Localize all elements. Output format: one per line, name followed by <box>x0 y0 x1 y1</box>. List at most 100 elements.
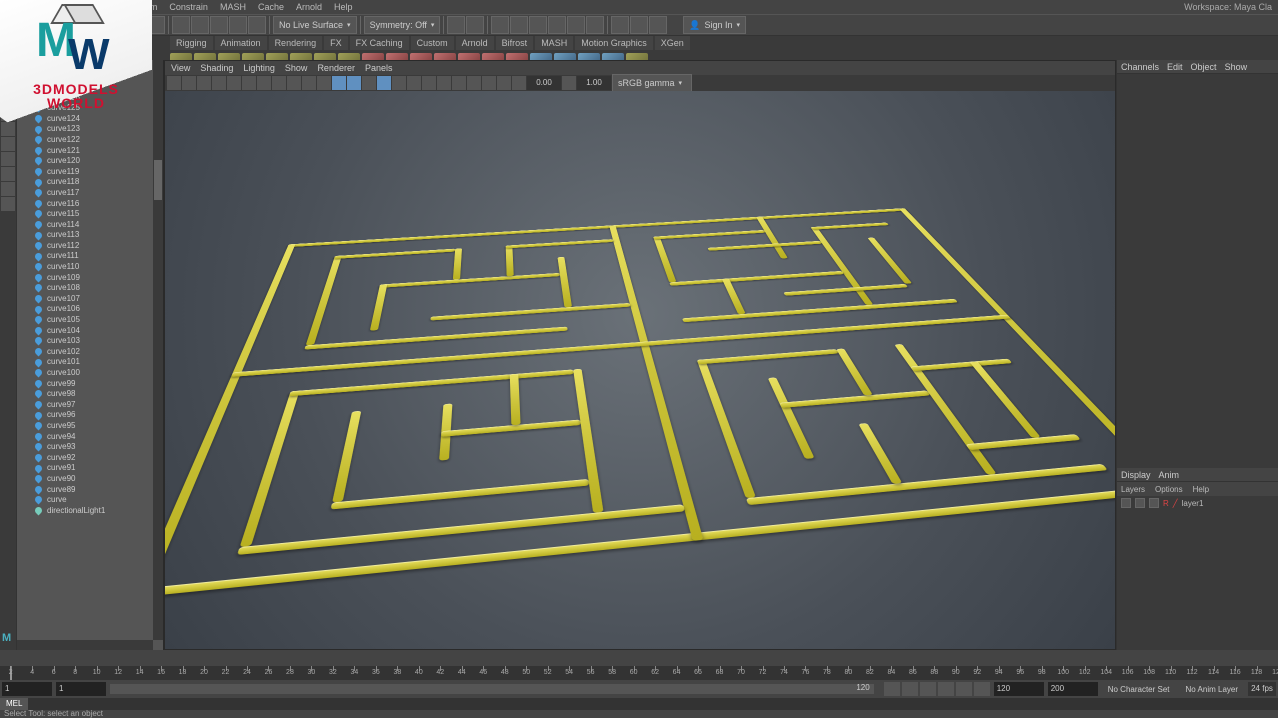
vp-lock-camera-icon[interactable] <box>182 76 196 90</box>
character-set-dropdown[interactable]: No Character Set <box>1102 682 1176 696</box>
vp-aa-icon[interactable] <box>482 76 496 90</box>
outliner-item[interactable]: curve115 <box>17 208 153 219</box>
render-icon[interactable] <box>491 16 509 34</box>
layer-type-toggle[interactable] <box>1135 498 1145 508</box>
vp-menu-item[interactable]: Shading <box>200 63 233 73</box>
menu-item[interactable]: Constrain <box>169 2 208 12</box>
outliner-item[interactable]: curve103 <box>17 335 153 346</box>
symmetry-dropdown[interactable]: Symmetry: Off <box>364 16 441 34</box>
shelf-tab[interactable]: MASH <box>535 36 573 50</box>
history-icon[interactable] <box>466 16 484 34</box>
vp-shadows-icon[interactable] <box>377 76 391 90</box>
vp-grease-icon[interactable] <box>242 76 256 90</box>
vp-isolate-icon[interactable] <box>392 76 406 90</box>
goto-start-icon[interactable] <box>884 682 900 696</box>
outliner-item[interactable]: curve119 <box>17 166 153 177</box>
cbx-tab[interactable]: Channels <box>1121 62 1159 72</box>
outliner-item[interactable]: curve93 <box>17 441 153 452</box>
layer-menu-item[interactable]: Options <box>1155 485 1183 494</box>
layout-icon[interactable] <box>1 152 15 166</box>
shelf-tab[interactable]: Bifrost <box>496 36 534 50</box>
outliner-item[interactable]: curve <box>17 494 153 505</box>
menu-item[interactable]: MASH <box>220 2 246 12</box>
outliner-item[interactable]: curve108 <box>17 282 153 293</box>
vp-dof-icon[interactable] <box>467 76 481 90</box>
vp-lights-icon[interactable] <box>362 76 376 90</box>
layer-name[interactable]: layer1 <box>1182 499 1204 508</box>
outliner-item[interactable]: curve107 <box>17 293 153 304</box>
cbx-tab[interactable]: Object <box>1191 62 1217 72</box>
outliner-item[interactable]: curve111 <box>17 251 153 262</box>
snap-point-icon[interactable] <box>210 16 228 34</box>
layer-color-box[interactable] <box>1149 498 1159 508</box>
shelf-tab[interactable]: FX <box>324 36 348 50</box>
outliner-item[interactable]: curve117 <box>17 187 153 198</box>
render-settings-icon[interactable] <box>529 16 547 34</box>
outliner-item[interactable]: curve104 <box>17 325 153 336</box>
time-slider-ruler[interactable]: 2468101214161820222426283032343638404244… <box>0 666 1278 680</box>
playblast-icon[interactable] <box>611 16 629 34</box>
snap-grid-icon[interactable] <box>172 16 190 34</box>
layout-icon[interactable] <box>1 182 15 196</box>
outliner-item[interactable]: curve113 <box>17 230 153 241</box>
step-forward-icon[interactable] <box>956 682 972 696</box>
cbx-tab[interactable]: Edit <box>1167 62 1183 72</box>
outliner-item[interactable]: curve92 <box>17 452 153 463</box>
outliner-item[interactable]: directionalLight1 <box>17 505 153 516</box>
goto-end-icon[interactable] <box>974 682 990 696</box>
range-start-inner-field[interactable]: 1 <box>56 682 106 696</box>
caching-icon[interactable] <box>630 16 648 34</box>
outliner-item[interactable]: curve89 <box>17 484 153 495</box>
vp-resolution-gate-icon[interactable] <box>287 76 301 90</box>
time-slider[interactable]: 2468101214161820222426283032343638404244… <box>0 666 1278 680</box>
layout-icon[interactable] <box>1 197 15 211</box>
outliner-item[interactable]: curve100 <box>17 367 153 378</box>
outliner-item[interactable]: curve97 <box>17 399 153 410</box>
vp-grid-icon[interactable] <box>257 76 271 90</box>
outliner-item[interactable]: curve94 <box>17 431 153 442</box>
vp-image-plane-icon[interactable] <box>212 76 226 90</box>
history-icon[interactable] <box>447 16 465 34</box>
snap-curve-icon[interactable] <box>191 16 209 34</box>
vp-gamma-icon[interactable] <box>562 76 576 90</box>
menu-item[interactable]: Arnold <box>296 2 322 12</box>
live-surface-dropdown[interactable]: No Live Surface <box>273 16 357 34</box>
vp-menu-item[interactable]: Panels <box>365 63 393 73</box>
outliner-item[interactable]: curve109 <box>17 272 153 283</box>
toggle-icon[interactable] <box>649 16 667 34</box>
outliner-item[interactable]: curve90 <box>17 473 153 484</box>
outliner-item[interactable]: curve110 <box>17 261 153 272</box>
snap-center-icon[interactable] <box>248 16 266 34</box>
outliner-item[interactable]: curve101 <box>17 357 153 368</box>
vp-exposure-icon[interactable] <box>512 76 526 90</box>
shelf-tab[interactable]: Rendering <box>269 36 323 50</box>
outliner-item[interactable]: curve95 <box>17 420 153 431</box>
vp-gate-mask-icon[interactable] <box>302 76 316 90</box>
shelf-tab[interactable]: XGen <box>655 36 690 50</box>
layer-tab[interactable]: Display <box>1121 470 1151 480</box>
vp-aa-icon[interactable] <box>497 76 511 90</box>
shelf-tab[interactable]: Motion Graphics <box>575 36 653 50</box>
outliner-item[interactable]: curve118 <box>17 177 153 188</box>
outliner-item[interactable]: curve114 <box>17 219 153 230</box>
outliner-item[interactable]: curve116 <box>17 198 153 209</box>
vp-wireframe-icon[interactable] <box>317 76 331 90</box>
vp-xray-icon[interactable] <box>407 76 421 90</box>
vp-ao-icon[interactable] <box>437 76 451 90</box>
layer-menu-item[interactable]: Layers <box>1121 485 1145 494</box>
layer-menu-item[interactable]: Help <box>1193 485 1209 494</box>
play-forward-icon[interactable] <box>938 682 954 696</box>
range-end-inner-field[interactable]: 120 <box>994 682 1044 696</box>
light-editor-icon[interactable] <box>567 16 585 34</box>
layer-visibility-toggle[interactable] <box>1121 498 1131 508</box>
layout-icon[interactable] <box>1 167 15 181</box>
vp-film-gate-icon[interactable] <box>272 76 286 90</box>
vp-menu-item[interactable]: Renderer <box>317 63 355 73</box>
shelf-tab[interactable]: Custom <box>411 36 454 50</box>
outliner-item[interactable]: curve106 <box>17 304 153 315</box>
step-back-icon[interactable] <box>902 682 918 696</box>
vp-menu-item[interactable]: Show <box>285 63 308 73</box>
vp-2d-pan-icon[interactable] <box>227 76 241 90</box>
range-slider-handle[interactable] <box>110 684 874 694</box>
vp-colorspace-dropdown[interactable]: sRGB gamma <box>612 74 692 92</box>
